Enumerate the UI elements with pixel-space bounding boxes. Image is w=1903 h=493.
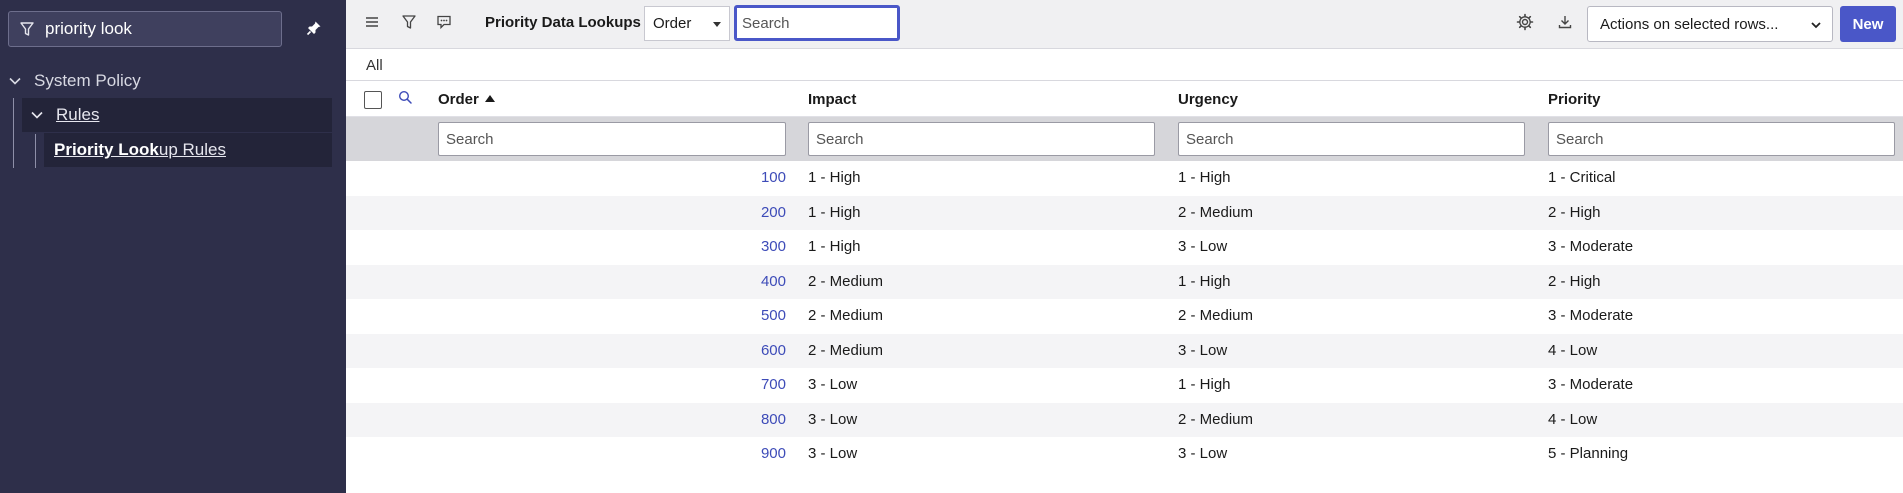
chevron-down-icon — [1810, 18, 1822, 35]
order-link[interactable]: 500 — [436, 307, 786, 324]
search-field-select[interactable]: Order — [644, 6, 730, 41]
table-row[interactable]: 400 2 - Medium 1 - High 2 - High — [346, 264, 1903, 299]
impact-cell: 2 - Medium — [808, 307, 884, 324]
sort-ascending-icon — [484, 95, 495, 102]
nav-item-label: System Policy — [34, 71, 141, 90]
impact-cell: 2 - Medium — [808, 341, 884, 359]
menu-button[interactable] — [358, 10, 386, 38]
table-row[interactable]: 500 2 - Medium 2 - Medium 3 - Moderate — [346, 299, 1903, 334]
nav-item-rules[interactable]: Rules — [22, 98, 332, 132]
filter-icon — [9, 12, 45, 46]
pin-icon — [306, 20, 322, 41]
navigator-filter[interactable] — [8, 11, 282, 47]
order-link[interactable]: 900 — [436, 445, 786, 462]
table-header: Order Impact Urgency Priority — [346, 81, 1903, 117]
urgency-cell: 3 - Low — [1178, 238, 1228, 255]
chevron-down-icon[interactable] — [6, 72, 24, 90]
breadcrumb: All — [346, 50, 1903, 81]
impact-search-input[interactable] — [808, 122, 1155, 156]
order-link[interactable]: 100 — [436, 169, 786, 186]
column-header-label: Order — [438, 91, 479, 108]
impact-cell: 2 - Medium — [808, 272, 884, 290]
impact-cell: 3 - Low — [808, 445, 858, 462]
breadcrumb-all[interactable]: All — [366, 57, 383, 74]
list-table: Order Impact Urgency Priority 100 1 - Hi… — [346, 81, 1903, 472]
hamburger-icon — [364, 15, 380, 34]
actions-select[interactable]: Actions on selected rows... — [1587, 6, 1833, 42]
urgency-cell: 2 - Medium — [1178, 410, 1254, 428]
chevron-down-icon[interactable] — [28, 106, 46, 124]
order-link[interactable]: 400 — [436, 273, 786, 290]
table-row[interactable]: 800 3 - Low 2 - Medium 4 - Low — [346, 402, 1903, 437]
column-header-order[interactable]: Order — [438, 91, 495, 108]
table-row[interactable]: 300 1 - High 3 - Low 3 - Moderate — [346, 230, 1903, 265]
order-link[interactable]: 700 — [436, 376, 786, 393]
actions-select-label: Actions on selected rows... — [1600, 15, 1779, 33]
column-header-impact[interactable]: Impact — [808, 91, 856, 108]
impact-cell: 3 - Low — [808, 410, 858, 428]
list-search-input[interactable] — [734, 5, 900, 41]
urgency-cell: 3 - Low — [1178, 341, 1228, 359]
column-search-row — [346, 117, 1903, 161]
settings-button[interactable] — [1511, 10, 1539, 38]
order-link[interactable]: 300 — [436, 238, 786, 255]
priority-cell: 4 - Low — [1548, 410, 1598, 428]
new-button[interactable]: New — [1840, 6, 1896, 42]
app-navigator: System Policy Rules Priority Lookup Rule… — [0, 0, 346, 493]
impact-cell: 1 - High — [808, 238, 861, 255]
caret-down-icon — [713, 22, 721, 27]
nav-item-system-policy[interactable]: System Policy — [0, 64, 346, 98]
urgency-cell: 1 - High — [1178, 376, 1231, 393]
impact-cell: 1 - High — [808, 203, 861, 221]
urgency-cell: 2 - Medium — [1178, 203, 1254, 221]
priority-cell: 2 - High — [1548, 203, 1601, 221]
nav-item-rest: up Rules — [158, 140, 226, 159]
priority-search-input[interactable] — [1548, 122, 1895, 156]
table-row[interactable]: 100 1 - High 1 - High 1 - Critical — [346, 161, 1903, 196]
comment-icon — [436, 14, 452, 35]
list-toolbar: Priority Data Lookups Order Actions on s… — [346, 0, 1903, 49]
select-all-checkbox[interactable] — [364, 91, 382, 109]
priority-cell: 4 - Low — [1548, 341, 1598, 359]
priority-cell: 5 - Planning — [1548, 445, 1629, 462]
pin-button[interactable] — [300, 16, 328, 44]
nav-item-priority-lookup-rules[interactable]: Priority Lookup Rules — [44, 133, 332, 167]
table-row[interactable]: 600 2 - Medium 3 - Low 4 - Low — [346, 333, 1903, 368]
urgency-cell: 1 - High — [1178, 169, 1231, 186]
nav-item-match: Priority Look — [54, 140, 159, 159]
order-link[interactable]: 800 — [436, 411, 786, 428]
filter-button[interactable] — [395, 10, 423, 38]
navigator-tree: System Policy Rules Priority Lookup Rule… — [0, 64, 346, 167]
gear-icon — [1516, 13, 1534, 36]
urgency-cell: 3 - Low — [1178, 445, 1228, 462]
priority-cell: 2 - High — [1548, 272, 1601, 290]
order-search-input[interactable] — [438, 122, 786, 156]
priority-cell: 3 - Moderate — [1548, 238, 1634, 255]
order-link[interactable]: 200 — [436, 204, 786, 221]
comment-button[interactable] — [430, 10, 458, 38]
urgency-cell: 2 - Medium — [1178, 307, 1254, 324]
priority-cell: 3 - Moderate — [1548, 307, 1634, 324]
table-row[interactable]: 200 1 - High 2 - Medium 2 - High — [346, 195, 1903, 230]
column-header-urgency[interactable]: Urgency — [1178, 91, 1238, 108]
list-title: Priority Data Lookups — [485, 14, 641, 31]
priority-cell: 1 - Critical — [1548, 169, 1616, 186]
download-icon — [1557, 14, 1573, 35]
nav-item-label: Rules — [56, 105, 100, 124]
export-button[interactable] — [1551, 10, 1579, 38]
table-row[interactable]: 900 3 - Low 3 - Low 5 - Planning — [346, 437, 1903, 472]
urgency-cell: 1 - High — [1178, 272, 1231, 290]
nav-item-label: Priority Lookup Rules — [54, 140, 226, 160]
filter-icon — [401, 14, 417, 35]
table-row[interactable]: 700 3 - Low 1 - High 3 - Moderate — [346, 368, 1903, 403]
navigator-filter-input[interactable] — [45, 12, 281, 46]
order-link[interactable]: 600 — [436, 342, 786, 359]
priority-cell: 3 - Moderate — [1548, 376, 1634, 393]
urgency-search-input[interactable] — [1178, 122, 1525, 156]
impact-cell: 3 - Low — [808, 376, 858, 393]
search-field-value: Order — [653, 15, 692, 32]
search-icon[interactable] — [398, 90, 413, 110]
column-header-priority[interactable]: Priority — [1548, 91, 1601, 108]
impact-cell: 1 - High — [808, 169, 861, 186]
